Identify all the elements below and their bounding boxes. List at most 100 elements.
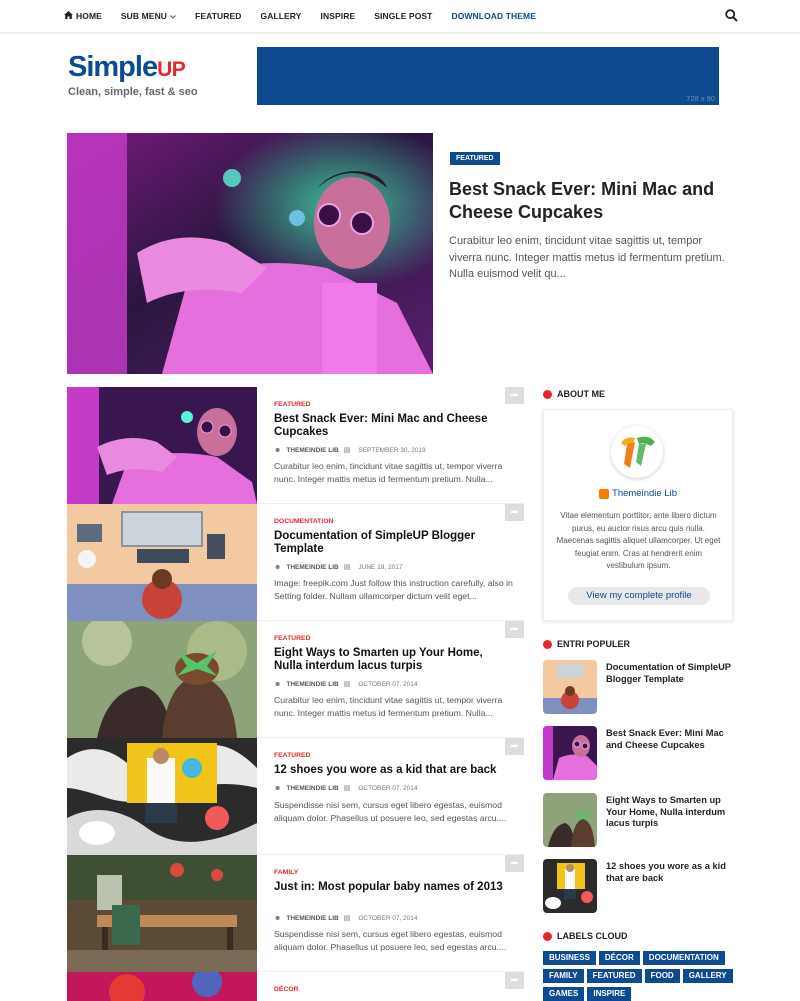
chevron-down-icon	[170, 11, 176, 21]
nav-featured-label: FEATURED	[195, 11, 242, 21]
profile-name-link[interactable]: Themeindie Lib	[544, 488, 732, 499]
post-title[interactable]: 12 shoes you wore as a kid that are back	[274, 764, 514, 777]
post-author[interactable]: THEMEINDIE LIB	[286, 915, 338, 922]
post-category[interactable]: DÉCOR	[274, 986, 299, 993]
popular-title-text: ENTRI POPULER	[557, 639, 631, 649]
share-icon[interactable]: ➦	[505, 504, 524, 521]
post-excerpt: Curabitur leo enim, tincidunt vitae sagi…	[274, 461, 503, 484]
about-title-text: ABOUT ME	[557, 389, 605, 399]
share-icon[interactable]: ➦	[505, 972, 524, 989]
label-tag[interactable]: DOCUMENTATION	[642, 951, 725, 965]
popular-post-thumbnail[interactable]	[543, 793, 597, 847]
post-date: JUNE 19, 2017	[358, 563, 403, 571]
label-tag[interactable]: DÉCOR	[598, 951, 640, 965]
post-author[interactable]: THEMEINDIE LIB	[286, 681, 338, 688]
share-icon[interactable]: ➦	[505, 855, 524, 872]
post-item: FEATURED Eight Ways to Smarten up Your H…	[67, 621, 524, 738]
popular-post-item[interactable]: 12 shoes you wore as a kid that are back	[543, 859, 733, 913]
logo-main-text: Simple	[68, 51, 158, 83]
post-date: OCTOBER 07, 2014	[358, 784, 418, 792]
post-author[interactable]: THEMEINDIE LIB	[286, 785, 338, 792]
label-tag[interactable]: GAMES	[543, 987, 585, 1001]
post-item: FEATURED Best Snack Ever: Mini Mac and C…	[67, 387, 524, 504]
post-thumbnail[interactable]	[67, 504, 257, 621]
label-tag[interactable]: FAMILY	[543, 969, 584, 983]
nav-single-post[interactable]: SINGLE POST	[374, 11, 432, 21]
bullet-dot-icon	[543, 639, 552, 649]
ad-banner[interactable]: 728 x 90	[257, 47, 719, 105]
post-title[interactable]: Best Snack Ever: Mini Mac and Cheese Cup…	[274, 413, 514, 439]
hero-excerpt: Curabitur leo enim, tincidunt vitae sagi…	[449, 235, 725, 280]
post-title[interactable]: Eight Ways to Smarten up Your Home, Null…	[274, 647, 514, 673]
nav-inspire[interactable]: INSPIRE	[321, 11, 356, 21]
calendar-icon: ▤	[343, 564, 351, 571]
nav-download-theme[interactable]: DOWNLOAD THEME	[451, 11, 536, 21]
post-category[interactable]: FEATURED	[274, 401, 311, 408]
label-tag[interactable]: BUSINESS	[543, 951, 596, 965]
hero-category-badge[interactable]: FEATURED	[450, 152, 500, 165]
nav-gallery-label: GALLERY	[260, 11, 302, 21]
hero-title[interactable]: Best Snack Ever: Mini Mac and Cheese Cup…	[449, 178, 739, 224]
search-icon[interactable]	[725, 9, 738, 22]
nav-featured[interactable]: FEATURED	[195, 11, 241, 21]
post-thumbnail[interactable]	[67, 855, 257, 972]
bullet-dot-icon	[543, 389, 552, 399]
post-category[interactable]: FEATURED	[274, 752, 311, 759]
post-meta: ☻ THEMEINDIE LIB ▤ OCTOBER 07, 2014	[274, 784, 418, 793]
nav-single-post-label: SINGLE POST	[374, 11, 433, 21]
share-icon[interactable]: ➦	[505, 738, 524, 755]
about-widget-title: ABOUT ME	[543, 389, 605, 399]
popular-post-thumbnail[interactable]	[543, 660, 597, 714]
site-logo[interactable]: SimpleUP Clean, simple, fast & seo	[68, 52, 198, 98]
nav-submenu[interactable]: SUB MENU	[121, 11, 176, 21]
popular-post-title[interactable]: Best Snack Ever: Mini Mac and Cheese Cup…	[606, 728, 731, 751]
popular-post-item[interactable]: Documentation of SimpleUP Blogger Templa…	[543, 660, 733, 714]
post-category[interactable]: FEATURED	[274, 635, 311, 642]
nav-home-label: HOME	[76, 11, 102, 21]
share-icon[interactable]: ➦	[505, 621, 524, 638]
view-profile-button[interactable]: View my complete profile	[568, 587, 710, 605]
avatar[interactable]	[611, 426, 663, 478]
popular-post-thumbnail[interactable]	[543, 726, 597, 780]
post-meta: ☻ THEMEINDIE LIB ▤ SEPTEMBER 30, 2019	[274, 446, 426, 455]
labels-title-text: LABELS CLOUD	[557, 931, 628, 941]
labels-cloud: BUSINESS DÉCOR DOCUMENTATION FAMILY FEAT…	[543, 951, 735, 1001]
user-icon: ☻	[274, 446, 282, 454]
post-item: DÉCOR ➦	[67, 972, 524, 1001]
post-author[interactable]: THEMEINDIE LIB	[286, 447, 338, 454]
calendar-icon: ▤	[343, 785, 351, 792]
popular-post-title[interactable]: 12 shoes you wore as a kid that are back	[606, 861, 731, 884]
profile-name: Themeindie Lib	[612, 488, 677, 499]
post-thumbnail[interactable]	[67, 621, 257, 738]
label-tag[interactable]: FEATURED	[586, 969, 642, 983]
share-icon[interactable]: ➦	[505, 387, 524, 404]
label-tag[interactable]: GALLERY	[682, 969, 733, 983]
post-date: SEPTEMBER 30, 2019	[358, 446, 426, 454]
popular-post-title[interactable]: Documentation of SimpleUP Blogger Templa…	[606, 662, 731, 685]
blogger-icon	[599, 488, 610, 499]
post-thumbnail[interactable]	[67, 738, 257, 855]
post-thumbnail[interactable]	[67, 972, 257, 1001]
hero-image[interactable]	[67, 133, 433, 374]
popular-post-item[interactable]: Best Snack Ever: Mini Mac and Cheese Cup…	[543, 726, 733, 780]
post-thumbnail[interactable]	[67, 387, 257, 504]
user-icon: ☻	[274, 680, 282, 688]
post-category[interactable]: FAMILY	[274, 869, 298, 876]
post-excerpt: Image: freepik.com Just follow this inst…	[274, 578, 513, 601]
popular-post-item[interactable]: Eight Ways to Smarten up Your Home, Null…	[543, 793, 733, 847]
post-author[interactable]: THEMEINDIE LIB	[286, 564, 338, 571]
post-title[interactable]: Documentation of SimpleUP Blogger Templa…	[274, 530, 514, 556]
popular-post-thumbnail[interactable]	[543, 859, 597, 913]
post-category[interactable]: DOCUMENTATION	[274, 518, 333, 525]
user-icon: ☻	[274, 563, 282, 571]
label-tag[interactable]: INSPIRE	[587, 987, 632, 1001]
nav-inspire-label: INSPIRE	[320, 11, 356, 21]
nav-home[interactable]: HOME	[64, 11, 102, 21]
nav-gallery[interactable]: GALLERY	[261, 11, 302, 21]
post-meta: ☻ THEMEINDIE LIB ▤ OCTOBER 07, 2014	[274, 680, 418, 689]
popular-post-title[interactable]: Eight Ways to Smarten up Your Home, Null…	[606, 795, 731, 830]
calendar-icon: ▤	[343, 915, 351, 922]
post-title[interactable]: Just in: Most popular baby names of 2013	[274, 881, 514, 894]
nav-download-theme-label: DOWNLOAD THEME	[451, 11, 536, 21]
label-tag[interactable]: FOOD	[644, 969, 680, 983]
